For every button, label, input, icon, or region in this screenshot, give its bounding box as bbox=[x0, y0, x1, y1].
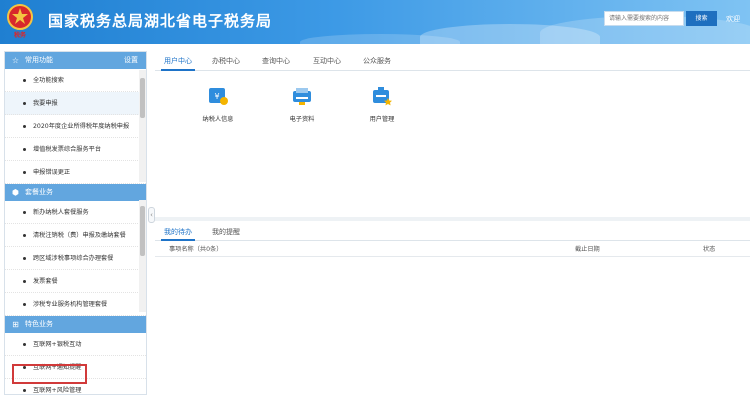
sidebar-item-label: 2020年度企业所得税年度纳税申报 bbox=[33, 123, 130, 130]
sidebar-item-vat-invoice-platform[interactable]: 增值税发票综合服务平台 bbox=[5, 138, 146, 161]
section-title: 套餐业务 bbox=[25, 188, 53, 196]
top-tabs: 用户中心 办税中心 查询中心 互动中心 公众服务 bbox=[155, 51, 750, 71]
sidebar-item-invoice-package[interactable]: 发票套餐 bbox=[5, 270, 146, 293]
bullet bbox=[23, 148, 26, 151]
sidebar-item-income-tax-declare[interactable]: 2020年度企业所得税年度纳税申报 bbox=[5, 115, 146, 138]
grid-icon: ⊞ bbox=[12, 320, 19, 329]
sidebar: ☆ 常用功能 设置 全功能搜索 我要申报 2020年度企业所得税年度纳税申报 增… bbox=[4, 51, 147, 395]
bullet bbox=[23, 79, 26, 82]
electronic-data-icon bbox=[293, 88, 311, 105]
sidebar-item-label: 全功能搜索 bbox=[33, 77, 64, 84]
tab-my-reminders[interactable]: 我的提醒 bbox=[209, 223, 243, 241]
bullet bbox=[23, 211, 26, 214]
main-content: 用户中心 办税中心 查询中心 互动中心 公众服务 ¥ 纳税人信息 电子资料 用户… bbox=[155, 51, 750, 395]
bullet bbox=[23, 303, 26, 306]
app-label: 用户管理 bbox=[369, 116, 395, 123]
search-button[interactable]: 搜索 bbox=[686, 11, 717, 26]
tab-interaction-center[interactable]: 互动中心 bbox=[310, 51, 344, 71]
section-divider bbox=[155, 217, 750, 221]
sidebar-item-label: 清税注销税（费）申报及缴纳套餐 bbox=[33, 232, 126, 239]
highlight-box bbox=[12, 364, 87, 384]
sidebar-item-label: 涉税专业服务机构管理套餐 bbox=[33, 301, 108, 308]
sidebar-item-bank-tax-interaction[interactable]: 互联网+银税互动 bbox=[5, 333, 146, 356]
tab-query-center[interactable]: 查询中心 bbox=[259, 51, 293, 71]
sidebar-item-declare-correction[interactable]: 申报错误更正 bbox=[5, 161, 146, 184]
taxpayer-info-icon: ¥ bbox=[209, 88, 228, 105]
logo-caption: 税务 bbox=[14, 31, 27, 39]
column-header-deadline: 截止日期 bbox=[575, 246, 600, 253]
app-label: 电子资料 bbox=[289, 116, 315, 123]
bullet bbox=[23, 234, 26, 237]
sidebar-section-common[interactable]: ☆ 常用功能 设置 bbox=[5, 52, 146, 69]
header-background-hill bbox=[300, 34, 460, 44]
scrollbar-thumb[interactable] bbox=[140, 78, 145, 118]
sidebar-item-full-search[interactable]: 全功能搜索 bbox=[5, 69, 146, 92]
scrollbar-thumb[interactable] bbox=[140, 206, 145, 256]
app-taxpayer-info[interactable]: ¥ 纳税人信息 bbox=[188, 85, 248, 123]
site-header: 税务 国家税务总局湖北省电子税务局 搜索 欢迎 bbox=[0, 0, 750, 44]
bullet bbox=[23, 389, 26, 392]
sidebar-item-label: 互联网+风险管理 bbox=[33, 387, 82, 394]
tab-public-service[interactable]: 公众服务 bbox=[360, 51, 394, 71]
column-header-status: 状态 bbox=[703, 246, 716, 253]
bottom-tabs: 我的待办 我的提醒 bbox=[155, 223, 750, 241]
bullet bbox=[23, 343, 26, 346]
sidebar-item-deregistration-package[interactable]: 清税注销税（费）申报及缴纳套餐 bbox=[5, 224, 146, 247]
app-user-management[interactable]: 用户管理 bbox=[352, 85, 412, 123]
sidebar-section-package[interactable]: ⬢ 套餐业务 bbox=[5, 184, 146, 201]
page: 税务 国家税务总局湖北省电子税务局 搜索 欢迎 ☆ 常用功能 设置 全功能搜索 … bbox=[0, 0, 750, 395]
app-label: 纳税人信息 bbox=[202, 116, 234, 123]
user-management-icon bbox=[373, 87, 392, 106]
sidebar-item-new-taxpayer-package[interactable]: 新办纳税人套餐服务 bbox=[5, 201, 146, 224]
section-title: 常用功能 bbox=[25, 56, 53, 64]
svg-text:¥: ¥ bbox=[214, 92, 219, 101]
tab-user-center[interactable]: 用户中心 bbox=[161, 51, 195, 71]
app-electronic-data[interactable]: 电子资料 bbox=[272, 85, 332, 123]
site-title: 国家税务总局湖北省电子税务局 bbox=[48, 12, 273, 30]
welcome-text: 欢迎 bbox=[726, 15, 740, 23]
sidebar-item-label: 互联网+银税互动 bbox=[33, 341, 82, 348]
settings-link[interactable]: 设置 bbox=[124, 52, 138, 69]
tab-my-todo[interactable]: 我的待办 bbox=[161, 223, 195, 241]
bullet bbox=[23, 102, 26, 105]
tax-emblem-logo: 税务 bbox=[7, 4, 33, 39]
sidebar-item-agency-package[interactable]: 涉税专业服务机构管理套餐 bbox=[5, 293, 146, 316]
sidebar-item-label: 申报错误更正 bbox=[33, 169, 71, 176]
sidebar-section-special[interactable]: ⊞ 特色业务 bbox=[5, 316, 146, 333]
sidebar-item-label: 我要申报 bbox=[33, 100, 58, 107]
bullet bbox=[23, 280, 26, 283]
sidebar-item-label: 增值税发票综合服务平台 bbox=[33, 146, 102, 153]
search-input[interactable] bbox=[604, 11, 684, 26]
section-title: 特色业务 bbox=[25, 320, 53, 328]
star-icon: ☆ bbox=[11, 56, 20, 65]
bullet bbox=[23, 257, 26, 260]
sidebar-item-label: 跨区域涉税事项综合办理套餐 bbox=[33, 255, 114, 262]
sidebar-item-cross-region-package[interactable]: 跨区域涉税事项综合办理套餐 bbox=[5, 247, 146, 270]
bullet bbox=[23, 125, 26, 128]
collapse-sidebar-handle[interactable]: ‹ bbox=[148, 207, 155, 223]
tab-tax-center[interactable]: 办税中心 bbox=[209, 51, 243, 71]
sidebar-item-label: 新办纳税人套餐服务 bbox=[33, 209, 89, 216]
sidebar-item-declare[interactable]: 我要申报 bbox=[5, 92, 146, 115]
bullet bbox=[23, 171, 26, 174]
todo-table-header: 事项名称（共0条） 截止日期 状态 bbox=[155, 242, 750, 257]
cube-icon: ⬢ bbox=[12, 188, 19, 197]
column-header-item-name: 事项名称（共0条） bbox=[169, 246, 223, 253]
sidebar-item-label: 发票套餐 bbox=[33, 278, 58, 285]
